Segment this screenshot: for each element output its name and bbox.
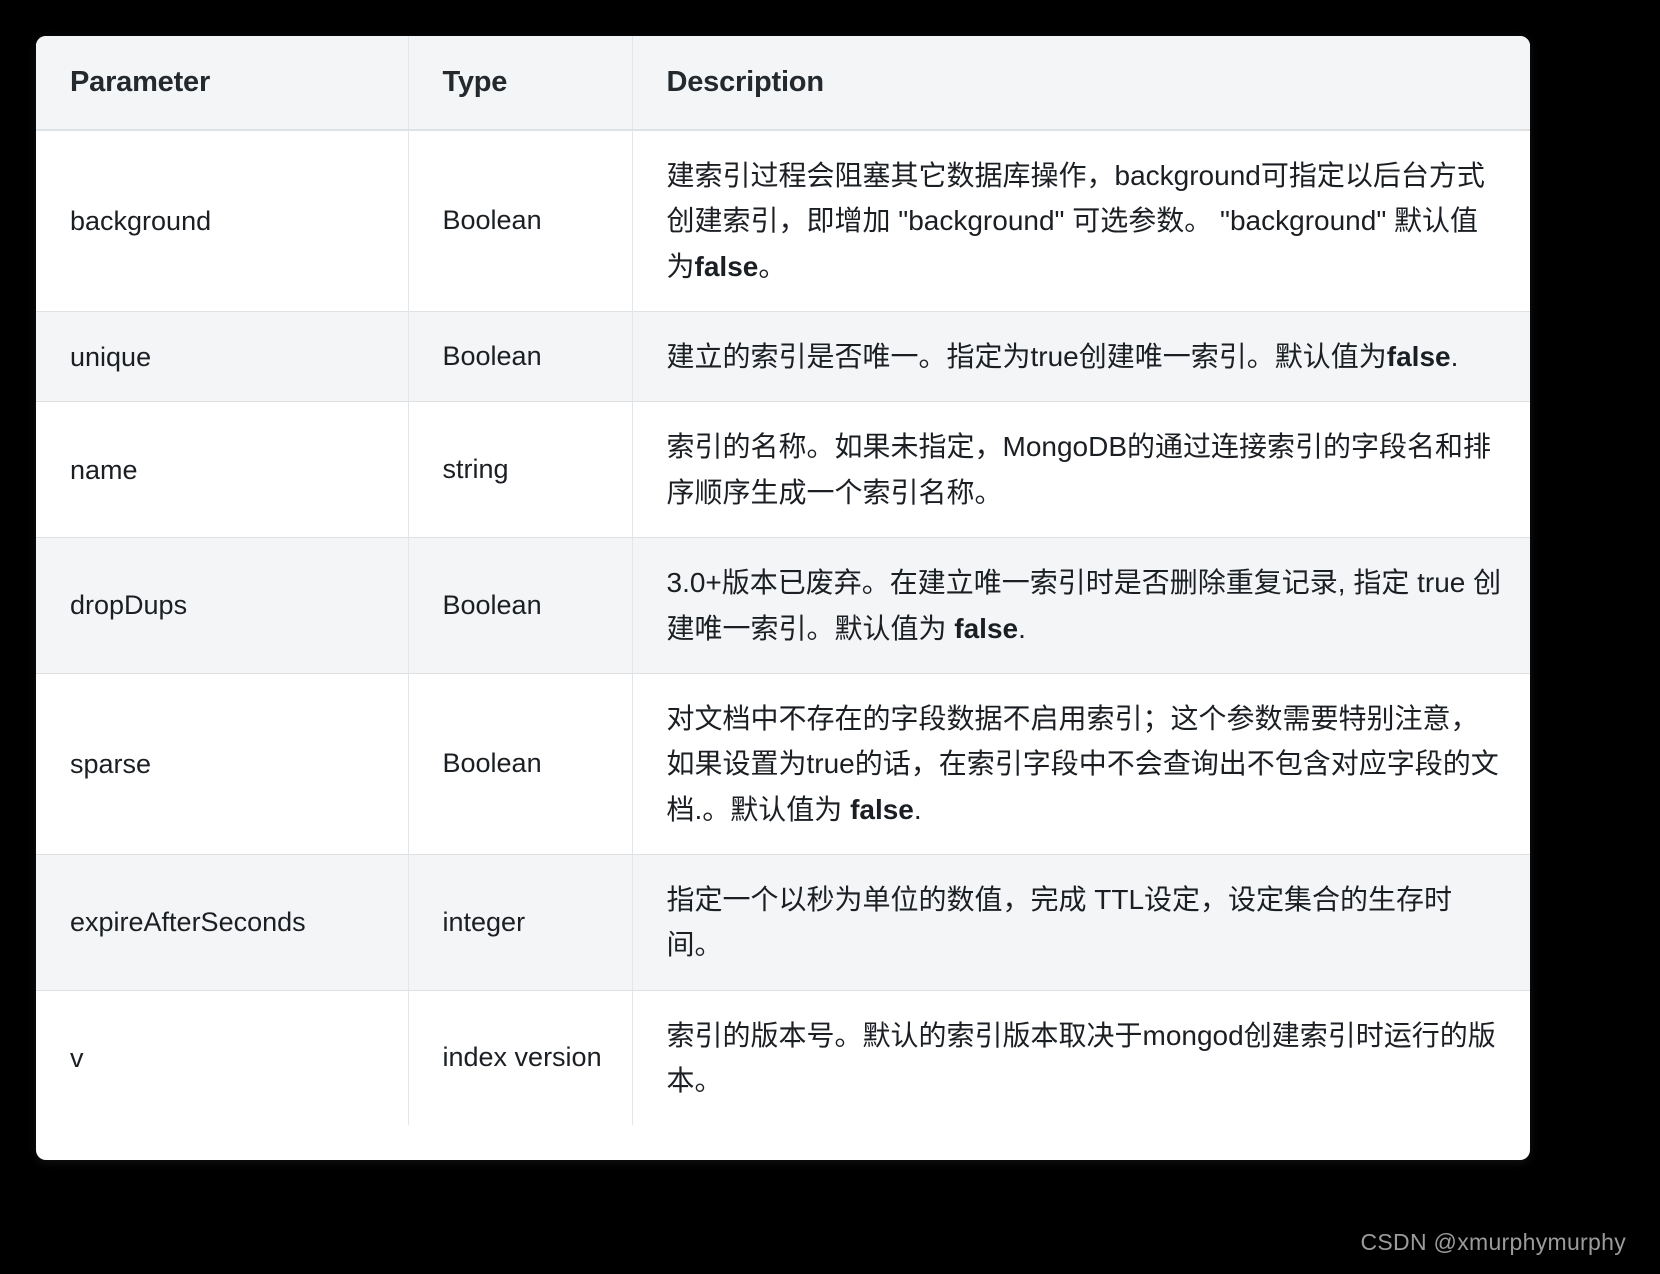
- cell-type: integer: [408, 853, 633, 991]
- cell-parameter: v: [36, 989, 409, 1126]
- table-row: expireAfterSeconds integer 指定一个以秒为单位的数值，完成…: [36, 853, 1530, 991]
- table-body: background Boolean 建索引过程会阻塞其它数据库操作，backgro…: [36, 129, 1530, 1126]
- cell-parameter: unique: [36, 311, 409, 402]
- table-header-row: Parameter Type Description: [36, 36, 1530, 131]
- description-text: 指定一个以秒为单位的数值，完成 TTL设定，设定集合的生存时间。: [666, 883, 1453, 961]
- cell-parameter: name: [36, 401, 409, 538]
- cell-description: 索引的版本号。默认的索引版本取决于mongod创建索引时运行的版本。: [632, 989, 1530, 1126]
- table-row: name string 索引的名称。如果未指定，MongoDB的通过连接索引的字段名…: [36, 401, 1530, 538]
- page-root: Parameter Type Description background Boo…: [0, 0, 1660, 1274]
- cell-type: Boolean: [408, 672, 633, 855]
- cell-type: Boolean: [408, 129, 633, 312]
- cell-type: index version: [408, 989, 633, 1126]
- cell-parameter: background: [36, 129, 409, 312]
- cell-description: 指定一个以秒为单位的数值，完成 TTL设定，设定集合的生存时间。: [632, 853, 1530, 991]
- table-row: sparse Boolean 对文档中不存在的字段数据不启用索引；这个参数需要特别注…: [36, 672, 1530, 855]
- description-text: 建立的索引是否唯一。指定为true创建唯一索引。默认值为: [666, 341, 1387, 373]
- description-text: 索引的版本号。默认的索引版本取决于mongod创建索引时运行的版本。: [666, 1019, 1496, 1097]
- cell-parameter: sparse: [36, 672, 409, 855]
- column-header-description: Description: [632, 36, 1530, 131]
- csdn-watermark: CSDN @xmurphymurphy: [1360, 1229, 1626, 1255]
- cell-description: 对文档中不存在的字段数据不启用索引；这个参数需要特别注意，如果设置为true的话…: [632, 672, 1530, 855]
- description-text: 建索引过程会阻塞其它数据库操作，background可指定以后台方式创建索引，即…: [666, 160, 1485, 282]
- cell-parameter: dropDups: [36, 537, 409, 674]
- description-text: 对文档中不存在的字段数据不启用索引；这个参数需要特别注意，如果设置为true的话…: [666, 702, 1499, 825]
- description-emphasis: false: [1386, 341, 1451, 373]
- description-text: .: [1018, 612, 1026, 644]
- description-text: 索引的名称。如果未指定，MongoDB的通过连接索引的字段名和排序顺序生成一个索…: [666, 431, 1492, 508]
- parameter-table: Parameter Type Description background Boo…: [36, 36, 1530, 1126]
- description-emphasis: false: [850, 793, 914, 825]
- cell-description: 3.0+版本已废弃。在建立唯一索引时是否删除重复记录, 指定 true 创建唯一…: [632, 537, 1530, 674]
- description-text: 。: [758, 250, 787, 282]
- cell-type: Boolean: [408, 537, 633, 674]
- cell-type: string: [408, 401, 633, 538]
- table-row: dropDups Boolean 3.0+版本已废弃。在建立唯一索引时是否删除重复记…: [36, 537, 1530, 674]
- cell-description: 建立的索引是否唯一。指定为true创建唯一索引。默认值为false.: [632, 311, 1530, 402]
- table-row: v index version 索引的版本号。默认的索引版本取决于mongod创建索…: [36, 989, 1530, 1126]
- column-header-parameter: Parameter: [36, 36, 409, 131]
- table-header: Parameter Type Description: [36, 36, 1530, 131]
- cell-parameter: expireAfterSeconds: [36, 853, 409, 991]
- cell-description: 索引的名称。如果未指定，MongoDB的通过连接索引的字段名和排序顺序生成一个索…: [632, 401, 1530, 538]
- description-text: 3.0+版本已废弃。在建立唯一索引时是否删除重复记录, 指定 true 创建唯一…: [666, 567, 1502, 644]
- parameter-table-card: Parameter Type Description background Boo…: [36, 36, 1530, 1160]
- description-text: .: [1450, 341, 1459, 373]
- cell-type: Boolean: [408, 311, 633, 402]
- description-emphasis: false: [694, 250, 759, 282]
- description-text: .: [913, 793, 922, 825]
- column-header-type: Type: [408, 36, 633, 131]
- cell-description: 建索引过程会阻塞其它数据库操作，background可指定以后台方式创建索引，即…: [632, 129, 1530, 312]
- table-row: background Boolean 建索引过程会阻塞其它数据库操作，backgro…: [36, 129, 1530, 312]
- table-row: unique Boolean 建立的索引是否唯一。指定为true创建唯一索引。默认值…: [36, 311, 1530, 402]
- description-emphasis: false: [954, 612, 1019, 644]
